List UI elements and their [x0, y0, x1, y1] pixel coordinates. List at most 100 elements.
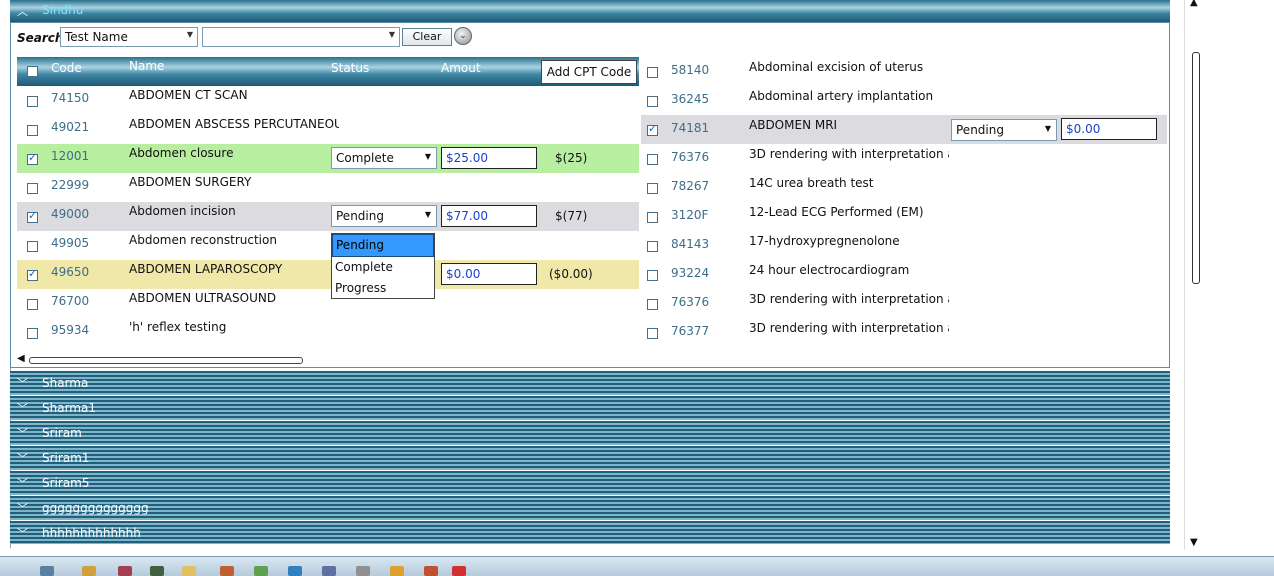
status-option-pending[interactable]: Pending	[332, 234, 434, 257]
vertical-scrollbar[interactable]: ▲ ▼	[1184, 0, 1205, 550]
row-checkbox[interactable]	[647, 241, 658, 252]
table-row[interactable]: 76376 3D rendering with interpretation an…	[641, 144, 1167, 173]
table-row[interactable]: 76377 3D rendering with interpretation an…	[641, 318, 1167, 347]
amount-input[interactable]: $0.00	[441, 263, 537, 285]
table-row[interactable]: 78267 14C urea breath test	[641, 173, 1167, 202]
table-row[interactable]: 12001 Abdomen closure Complete ▼ $25.00 $(25)	[17, 144, 639, 173]
chevron-down-icon[interactable]: ﹀	[17, 400, 28, 416]
group-header[interactable]: ﹀ Sharma	[10, 371, 1170, 395]
status-select[interactable]: Complete ▼	[331, 147, 437, 169]
chevron-down-icon[interactable]: ﹀	[17, 375, 28, 391]
row-checkbox[interactable]	[27, 209, 38, 223]
chevron-down-icon[interactable]: ﹀	[17, 425, 28, 441]
chevron-down-icon: ▼	[424, 152, 431, 161]
row-checkbox[interactable]	[647, 212, 658, 223]
select-all-checkbox[interactable]	[27, 66, 38, 77]
row-code: 78267	[671, 179, 710, 193]
scroll-up-icon[interactable]: ▲	[1190, 0, 1198, 8]
row-checkbox[interactable]	[647, 96, 658, 107]
status-option-progress[interactable]: Progress	[332, 278, 434, 299]
row-checkbox[interactable]	[27, 125, 38, 136]
status-select[interactable]: Pending ▼	[951, 119, 1057, 141]
group-header[interactable]: ﹀ gggggggggggggg	[10, 496, 1170, 520]
scroll-left-icon[interactable]: ◀	[17, 353, 25, 364]
row-code: 3120F	[671, 208, 709, 222]
chevron-down-icon[interactable]: ﹀	[17, 450, 28, 466]
row-checkbox[interactable]	[647, 122, 658, 136]
table-row[interactable]: 49905 Abdomen reconstruction	[17, 231, 639, 260]
chevron-down-icon[interactable]: ﹀	[17, 500, 28, 516]
row-code: 49000	[51, 207, 90, 221]
group-header[interactable]: ﹀ Sriram	[10, 421, 1170, 445]
header-name: Name	[129, 59, 165, 73]
row-checkbox[interactable]	[647, 67, 658, 78]
table-row[interactable]: 49021 ABDOMEN ABSCESS PERCUTANEOUS	[17, 115, 639, 144]
search-field-combo[interactable]: Test Name ▼	[60, 27, 198, 47]
table-row[interactable]: 95934 'h' reflex testing	[17, 318, 639, 347]
row-checkbox[interactable]	[27, 241, 38, 252]
status-option-complete[interactable]: Complete	[332, 257, 434, 278]
table-row[interactable]: 36245 Abdominal artery implantation	[641, 86, 1167, 115]
chevron-down-icon[interactable]: ﹀	[17, 525, 28, 541]
row-name: 'h' reflex testing	[129, 320, 227, 334]
clear-button[interactable]: Clear	[402, 28, 452, 46]
status-value: Pending	[336, 209, 384, 223]
row-name: 12-Lead ECG Performed (EM)	[749, 205, 924, 219]
row-checkbox[interactable]	[647, 328, 658, 339]
row-name: 3D rendering with interpretation and r	[749, 147, 949, 161]
row-checkbox[interactable]	[647, 154, 658, 165]
row-name: 3D rendering with interpretation and r	[749, 321, 949, 335]
vertical-scroll-thumb[interactable]	[1192, 52, 1200, 284]
chevron-up-icon[interactable]: ︿	[17, 3, 28, 19]
scroll-thumb[interactable]	[29, 357, 303, 364]
group-title: Sriram1	[42, 451, 90, 465]
group-header-sindhu[interactable]: ︿ Sindhu	[10, 0, 1170, 22]
search-text-combo[interactable]: ▼	[202, 27, 400, 47]
table-row[interactable]: 93224 24 hour electrocardiogram	[641, 260, 1167, 289]
row-name: Abdomen closure	[129, 146, 234, 160]
status-value: Complete	[336, 151, 394, 165]
table-row[interactable]: 84143 17-hydroxypregnenolone	[641, 231, 1167, 260]
table-row[interactable]: 74150 ABDOMEN CT SCAN	[17, 86, 639, 115]
status-dropdown-list: Pending Complete Progress	[331, 233, 435, 299]
row-name: ABDOMEN ABSCESS PERCUTANEOUS	[129, 117, 339, 131]
group-header[interactable]: ﹀ Sharma1	[10, 396, 1170, 420]
expand-options-button[interactable]: ⌄	[454, 27, 472, 45]
add-cpt-code-button[interactable]: Add CPT Code	[541, 60, 637, 84]
grid-header: Code Name Status Amout Add CPT Code	[17, 57, 639, 86]
row-checkbox[interactable]	[647, 183, 658, 194]
cpt-grid-right: 58140 Abdominal excision of uterus 36245 Ab…	[641, 57, 1167, 347]
amount-input[interactable]: $77.00	[441, 205, 537, 227]
row-checkbox[interactable]	[27, 151, 38, 165]
row-name: 17-hydroxypregnenolone	[749, 234, 900, 248]
group-header[interactable]: ﹀ Sriram1	[10, 446, 1170, 470]
group-header[interactable]: ﹀ hhhhhhhhhhhhh	[10, 521, 1170, 544]
table-row[interactable]: 58140 Abdominal excision of uterus	[641, 57, 1167, 86]
group-header[interactable]: ﹀ Sriram5	[10, 471, 1170, 495]
header-status: Status	[331, 61, 370, 75]
row-code: 49650	[51, 265, 90, 279]
table-row[interactable]: 22999 ABDOMEN SURGERY	[17, 173, 639, 202]
table-row[interactable]: 76700 ABDOMEN ULTRASOUND	[17, 289, 639, 318]
row-checkbox[interactable]	[27, 183, 38, 194]
table-row[interactable]: 74181 ABDOMEN MRI Pending ▼ $0.00	[641, 115, 1167, 144]
amount-input[interactable]: $0.00	[1061, 118, 1157, 140]
group-title: gggggggggggggg	[42, 501, 149, 515]
status-select[interactable]: Pending ▼	[331, 205, 437, 227]
scroll-down-icon[interactable]: ▼	[1190, 537, 1198, 548]
row-checkbox[interactable]	[27, 267, 38, 281]
status-value: Pending	[956, 123, 1004, 137]
chevron-down-icon[interactable]: ﹀	[17, 475, 28, 491]
row-checkbox[interactable]	[647, 299, 658, 310]
table-row[interactable]: 3120F 12-Lead ECG Performed (EM)	[641, 202, 1167, 231]
table-row[interactable]: 76376 3D rendering with interpretation an…	[641, 289, 1167, 318]
table-row[interactable]: 49000 Abdomen incision Pending ▼ $77.00 $(77)	[17, 202, 639, 231]
amount-input[interactable]: $25.00	[441, 147, 537, 169]
chevron-down-icon: ▼	[424, 210, 431, 219]
table-row[interactable]: 49650 ABDOMEN LAPAROSCOPY $0.00 ($0.00)	[17, 260, 639, 289]
row-checkbox[interactable]	[27, 299, 38, 310]
row-checkbox[interactable]	[647, 270, 658, 281]
horizontal-scrollbar[interactable]: ◀	[17, 353, 307, 364]
row-checkbox[interactable]	[27, 96, 38, 107]
row-checkbox[interactable]	[27, 328, 38, 339]
